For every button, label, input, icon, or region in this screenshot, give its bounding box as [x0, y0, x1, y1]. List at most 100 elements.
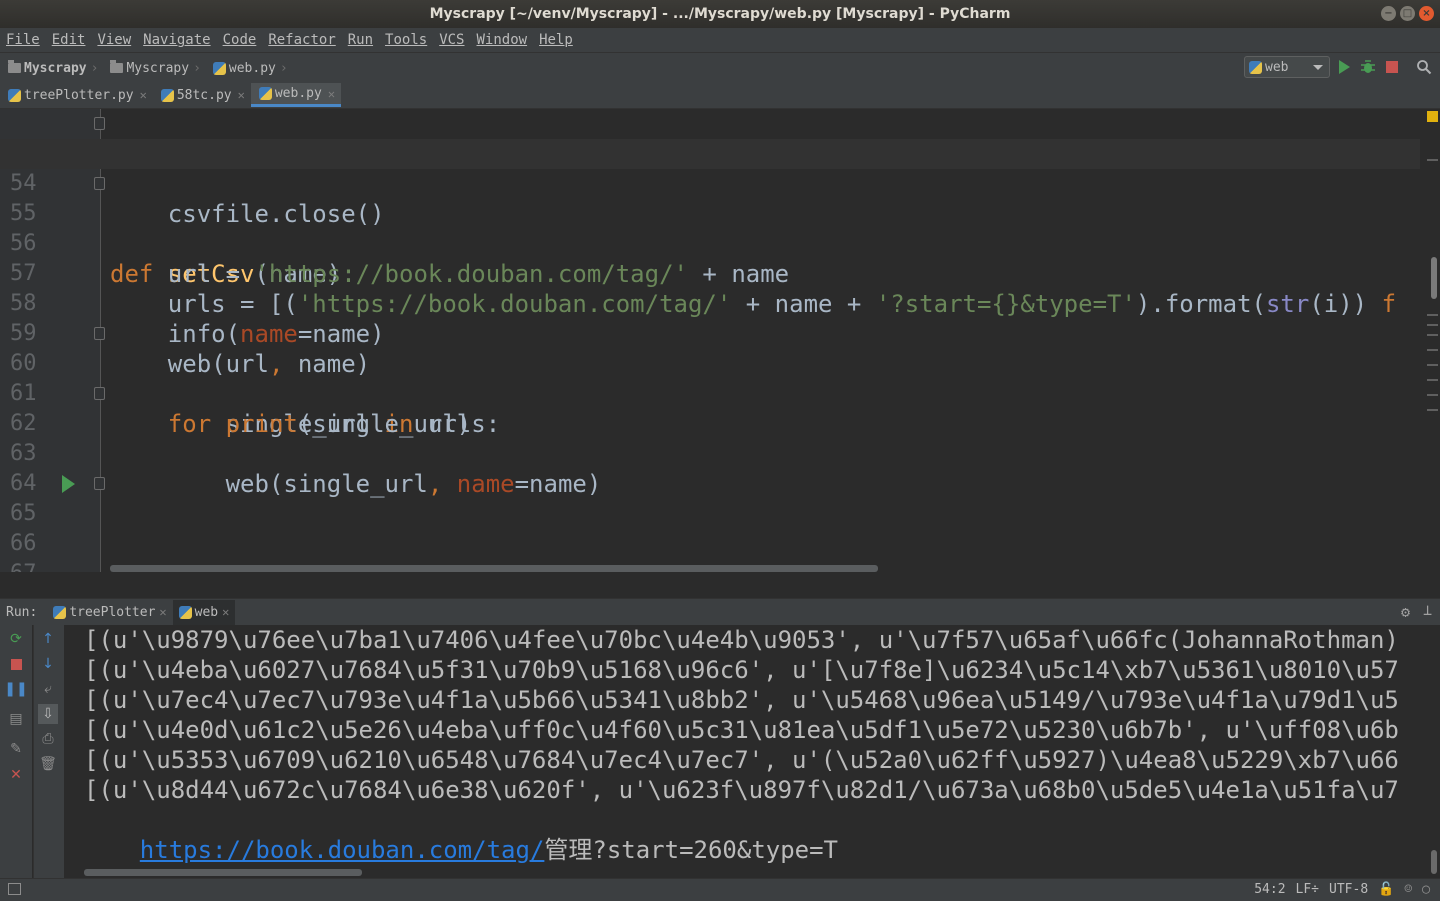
close-tab-icon[interactable]: ✕	[238, 88, 245, 102]
stripe-mark[interactable]	[1427, 394, 1438, 396]
code-line: 64	[0, 439, 1420, 496]
breadcrumb-project[interactable]: Myscrapy ›	[0, 60, 102, 76]
editor-vertical-scrollbar[interactable]	[1431, 257, 1437, 299]
run-tool-window-header: Run: treePlotter ✕ web ✕ ⚙ ⊥	[0, 598, 1440, 626]
stop-icon[interactable]	[1384, 59, 1400, 75]
code-line-current: 54	[0, 139, 1420, 196]
stripe-mark[interactable]	[1427, 379, 1438, 381]
stripe-mark[interactable]	[1427, 324, 1438, 326]
run-label: Run:	[6, 604, 38, 620]
hide-panel-icon[interactable]: ⊥	[1423, 601, 1432, 619]
close-tab-icon[interactable]: ✕	[328, 87, 335, 101]
menu-refactor[interactable]: Refactor	[262, 32, 341, 48]
breadcrumb-folder[interactable]: Myscrapy ›	[102, 60, 204, 76]
print-icon[interactable]: ⎙	[40, 731, 56, 747]
run-configuration-select[interactable]: web	[1244, 56, 1330, 78]
console-vertical-scrollbar[interactable]	[1431, 850, 1437, 874]
menu-file[interactable]: File	[0, 32, 46, 48]
trash-icon[interactable]: 🗑	[39, 756, 57, 772]
lock-icon[interactable]: 🔓	[1378, 882, 1394, 897]
breadcrumb-file[interactable]: web.py ›	[205, 61, 292, 76]
fold-marker-icon[interactable]	[94, 327, 105, 340]
window-controls: − □ ×	[1381, 6, 1434, 21]
tool-windows-icon[interactable]	[8, 883, 21, 895]
caret-position[interactable]: 54:2	[1254, 882, 1285, 897]
pin-icon[interactable]: ✎	[8, 741, 24, 757]
python-run-config-icon	[1249, 60, 1262, 74]
breadcrumb-label: Myscrapy	[126, 60, 190, 76]
run-icon[interactable]	[1336, 59, 1352, 75]
run-toolbar: ⟳ ❚❚ ▤ ✎ ✕	[0, 625, 32, 878]
tab-58tc[interactable]: 58tc.py ✕	[153, 83, 251, 107]
menu-view[interactable]: View	[91, 32, 137, 48]
stop-icon[interactable]	[8, 656, 24, 672]
panel-splitter[interactable]	[0, 572, 1440, 598]
window-titlebar: Myscrapy [~/venv/Myscrapy] - .../Myscrap…	[0, 0, 1440, 28]
inspector-icon[interactable]: ☺	[1404, 882, 1412, 897]
close-icon[interactable]: ✕	[8, 767, 24, 783]
console-output-line: [(u'\u4eba\u6027\u7684\u5f31\u70b9\u5168…	[84, 656, 1399, 684]
stripe-mark[interactable]	[1427, 349, 1438, 351]
line-separator[interactable]: LF÷	[1296, 882, 1319, 897]
stripe-mark[interactable]	[1427, 159, 1438, 161]
console-horizontal-scrollbar[interactable]	[84, 869, 362, 876]
close-tab-icon[interactable]: ✕	[222, 605, 229, 619]
menu-code[interactable]: Code	[217, 32, 263, 48]
editor-horizontal-scrollbar[interactable]	[110, 565, 878, 572]
code-editor[interactable]: 53 csvfile.close() 54 55 def setCsv(name…	[0, 109, 1440, 572]
event-log-icon[interactable]: ◯	[1422, 882, 1430, 897]
run-console[interactable]: ⟳ ❚❚ ▤ ✎ ✕ ↑ ↓ ⤶ ⇩ ⎙ 🗑 [(u'\u9879\u76ee\…	[0, 625, 1440, 878]
menu-help[interactable]: Help	[533, 32, 579, 48]
close-button[interactable]: ×	[1419, 6, 1434, 21]
console-url-link[interactable]: https://book.douban.com/tag/	[140, 836, 545, 864]
run-tab-treeplotter[interactable]: treePlotter ✕	[47, 600, 172, 625]
menu-navigate[interactable]: Navigate	[137, 32, 216, 48]
stripe-mark[interactable]	[1427, 364, 1438, 366]
tab-treeplotter[interactable]: treePlotter.py ✕	[0, 83, 153, 107]
rerun-icon[interactable]: ⟳	[8, 631, 24, 647]
pause-icon[interactable]: ❚❚	[4, 681, 27, 697]
fold-marker-icon[interactable]	[94, 117, 105, 130]
fold-marker-icon[interactable]	[94, 177, 105, 190]
close-tab-icon[interactable]: ✕	[159, 605, 166, 619]
gear-icon[interactable]: ⚙	[1401, 603, 1410, 621]
scroll-to-end-icon[interactable]: ⇩	[38, 704, 58, 724]
warning-icon[interactable]	[1427, 111, 1438, 122]
restore-layout-icon[interactable]: ▤	[8, 711, 24, 727]
console-url-tail: 管理?start=260&type=T	[544, 836, 839, 864]
stripe-mark[interactable]	[1427, 314, 1438, 316]
run-gutter-icon[interactable]	[62, 475, 75, 493]
debug-icon[interactable]	[1360, 59, 1376, 75]
stripe-mark[interactable]	[1427, 334, 1438, 336]
code-line: 65 if __name__ == '__main__':	[0, 469, 1420, 526]
menu-vcs[interactable]: VCS	[433, 32, 470, 48]
status-bar: 54:2 LF÷ UTF-8 🔓 ☺ ◯	[0, 878, 1440, 901]
tab-web[interactable]: web.py ✕	[250, 83, 342, 107]
tab-label: 58tc.py	[176, 87, 232, 103]
fold-marker-icon[interactable]	[94, 477, 105, 490]
code-line: 60 for single_url in urls:	[0, 319, 1420, 438]
close-tab-icon[interactable]: ✕	[140, 88, 147, 102]
search-icon[interactable]	[1416, 59, 1432, 75]
menu-edit[interactable]: Edit	[46, 32, 92, 48]
arrow-down-icon[interactable]: ↓	[40, 656, 56, 672]
folder-icon	[8, 60, 21, 73]
minimize-button[interactable]: −	[1381, 6, 1396, 21]
menu-window[interactable]: Window	[471, 32, 534, 48]
run-tab-label: treePlotter	[69, 604, 156, 620]
run-tab-web[interactable]: web ✕	[172, 599, 236, 625]
python-file-icon	[8, 88, 21, 102]
error-stripe[interactable]	[1426, 109, 1440, 572]
arrow-up-icon[interactable]: ↑	[40, 631, 56, 647]
fold-marker-icon[interactable]	[94, 387, 105, 400]
code-line: 62 web(single_url, name=name)	[0, 379, 1420, 498]
menu-bar: File Edit View Navigate Code Refactor Ru…	[0, 28, 1440, 52]
soft-wrap-icon[interactable]: ⤶	[40, 681, 56, 697]
console-output-line: [(u'\u7ec4\u7ec7\u793e\u4f1a\u5b66\u5341…	[84, 686, 1399, 714]
menu-tools[interactable]: Tools	[379, 32, 433, 48]
menu-run[interactable]: Run	[342, 32, 379, 48]
stripe-mark[interactable]	[1427, 409, 1438, 411]
console-output-line: [(u'\u4e0d\u61c2\u5e26\u4eba\uff0c\u4f60…	[84, 716, 1399, 744]
file-encoding[interactable]: UTF-8	[1329, 882, 1368, 897]
maximize-button[interactable]: □	[1400, 6, 1415, 21]
